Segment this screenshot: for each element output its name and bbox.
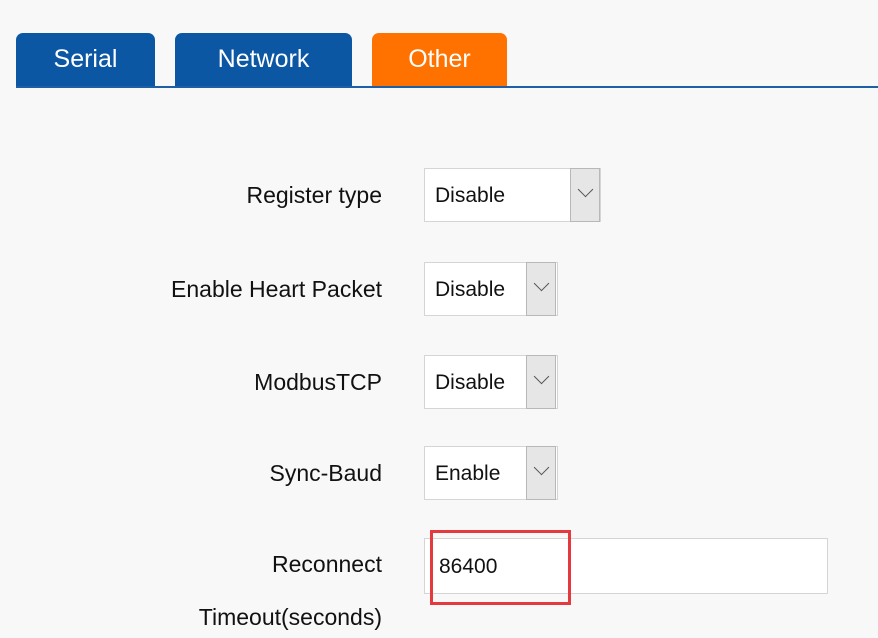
sync-baud-label: Sync-Baud bbox=[269, 460, 382, 486]
sync-baud-value: Enable bbox=[435, 462, 501, 485]
tab-underline bbox=[16, 86, 878, 88]
modbus-tcp-select[interactable]: Disable bbox=[424, 355, 558, 409]
tab-other[interactable]: Other bbox=[372, 33, 507, 86]
chevron-down-icon bbox=[533, 368, 550, 385]
reconnect-timeout-label-line-1: Reconnect bbox=[272, 551, 382, 577]
settings-page: Serial Network Other Register type Disab… bbox=[0, 0, 878, 638]
modbus-tcp-value: Disable bbox=[435, 371, 506, 394]
tab-network[interactable]: Network bbox=[175, 33, 352, 86]
enable-heart-packet-value: Disable bbox=[435, 278, 506, 301]
reconnect-timeout-label-line-2: Timeout(seconds) bbox=[198, 604, 382, 630]
register-type-dropdown-button[interactable] bbox=[570, 168, 600, 222]
sync-baud-select[interactable]: Enable bbox=[424, 446, 558, 500]
register-type-value: Disable bbox=[435, 184, 506, 207]
tab-serial[interactable]: Serial bbox=[16, 33, 155, 86]
modbus-tcp-label: ModbusTCP bbox=[254, 369, 382, 395]
chevron-down-icon bbox=[533, 459, 550, 476]
chevron-down-icon bbox=[577, 181, 594, 198]
enable-heart-packet-label: Enable Heart Packet bbox=[171, 276, 382, 302]
sync-baud-dropdown-button[interactable] bbox=[526, 446, 556, 500]
enable-heart-packet-select[interactable]: Disable bbox=[424, 262, 558, 316]
register-type-select[interactable]: Disable bbox=[424, 168, 601, 222]
modbus-tcp-dropdown-button[interactable] bbox=[526, 355, 556, 409]
chevron-down-icon bbox=[533, 275, 550, 292]
enable-heart-packet-dropdown-button[interactable] bbox=[526, 262, 556, 316]
register-type-label: Register type bbox=[246, 182, 382, 208]
reconnect-timeout-highlight bbox=[430, 530, 571, 605]
